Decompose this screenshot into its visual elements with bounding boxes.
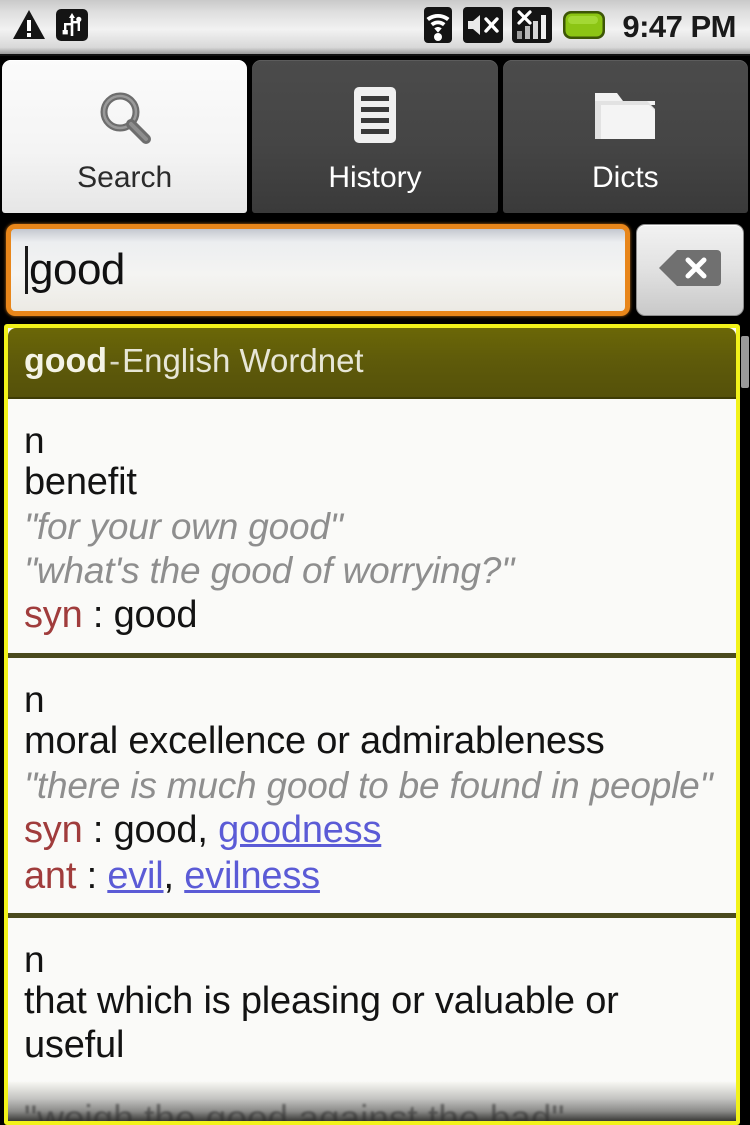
relation-plain-terms: good,: [113, 809, 219, 852]
tab-dicts[interactable]: Dicts: [502, 60, 748, 213]
search-input-value: good: [29, 245, 125, 294]
volume-muted-icon: [463, 6, 504, 48]
scroll-fade-overlay: "weigh the good against the bad": [8, 1081, 736, 1121]
search-row: good: [0, 216, 750, 324]
warning-triangle-icon: [12, 9, 46, 46]
relation-row: syn : good: [24, 593, 720, 639]
relation-separator: :: [82, 809, 114, 852]
tab-search[interactable]: Search: [2, 60, 248, 213]
status-bar: 9:47 PM: [0, 0, 750, 56]
part-of-speech: n: [24, 420, 45, 461]
relation-label: syn: [24, 809, 83, 852]
part-of-speech: n: [24, 939, 45, 981]
relation-link[interactable]: evilness: [184, 855, 320, 897]
wifi-icon: [422, 6, 454, 48]
relation-plain-terms: good: [113, 594, 198, 637]
definition-entry: n benefit "for your own good" "what's th…: [8, 399, 736, 654]
results-area: good - English Wordnet n benefit "for yo…: [0, 324, 750, 1125]
definition-entry: n moral excellence or admirableness "the…: [8, 653, 736, 914]
status-bar-left-icons: [0, 8, 88, 46]
text-cursor: [25, 246, 28, 294]
status-bar-right-icons: 9:47 PM: [422, 6, 750, 48]
tab-bar: Search History Dicts: [0, 56, 750, 216]
part-of-speech: n: [24, 679, 45, 721]
result-header: good - English Wordnet: [8, 328, 736, 399]
definition-list: n benefit "for your own good" "what's th…: [8, 399, 736, 1082]
definition-text: benefit: [24, 460, 137, 503]
relation-row: syn : good, goodness: [24, 808, 720, 854]
relation-label: ant: [24, 854, 77, 897]
folder-icon: [587, 81, 663, 157]
example-sentence: "what's the good of worrying?": [24, 550, 515, 592]
example-sentence: "there is much good to be found in peopl…: [24, 764, 713, 806]
vertical-scrollbar-thumb[interactable]: [741, 336, 749, 388]
relation-row: ant : evil, evilness: [24, 854, 720, 900]
usb-icon: [56, 8, 88, 46]
definition-text: that which is pleasing or valuable or us…: [24, 980, 619, 1066]
list-icon: [344, 81, 406, 157]
tab-dicts-label: Dicts: [591, 160, 659, 194]
relation-separator: :: [76, 854, 108, 897]
status-bar-clock: 9:47 PM: [622, 9, 736, 44]
dictionary-result-panel[interactable]: good - English Wordnet n benefit "for yo…: [4, 324, 740, 1125]
relation-link[interactable]: goodness: [218, 809, 381, 851]
result-header-dictionary: English Wordnet: [122, 342, 364, 379]
search-icon: [89, 81, 161, 157]
search-input[interactable]: good: [6, 224, 630, 316]
relation-link[interactable]: evil: [107, 855, 163, 897]
definition-entry: n that which is pleasing or valuable or …: [8, 913, 736, 1082]
relation-comma: ,: [163, 854, 185, 897]
result-header-separator: -: [109, 342, 121, 379]
definition-text: moral excellence or admirableness: [24, 719, 605, 762]
relation-label: syn: [24, 594, 83, 637]
tab-search-label: Search: [77, 160, 173, 194]
app-screen: 9:47 PM Search History Dicts good good -…: [0, 0, 750, 1125]
example-sentence: "for your own good": [24, 505, 343, 547]
signal-no-service-icon: [512, 6, 553, 48]
battery-icon: [561, 8, 607, 47]
clear-search-button[interactable]: [636, 224, 744, 316]
tab-history-label: History: [328, 160, 422, 194]
relation-separator: :: [82, 594, 114, 637]
tab-history[interactable]: History: [252, 60, 498, 213]
backspace-icon: [657, 246, 723, 295]
clipped-example-sentence: "weigh the good against the bad": [24, 1098, 565, 1121]
result-header-word: good: [24, 342, 108, 380]
